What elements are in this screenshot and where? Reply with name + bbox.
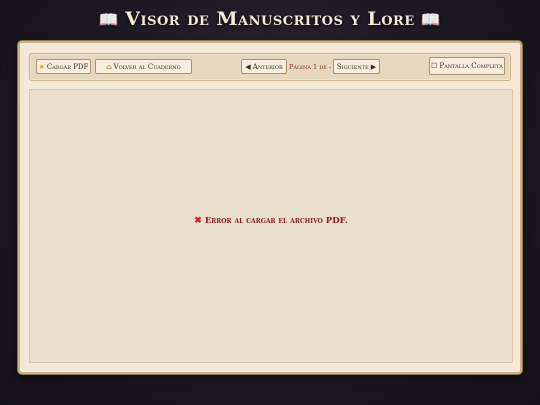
error-message: ✖ Error al cargar el archivo PDF. bbox=[30, 216, 512, 226]
triangle-right-icon: ▶ bbox=[370, 62, 377, 71]
next-label: Siguiente bbox=[336, 62, 369, 71]
load-pdf-label: Cargar PDF bbox=[46, 62, 89, 71]
page-indicator: Página 1 de - bbox=[289, 62, 332, 71]
open-book-icon: 📖 bbox=[98, 9, 120, 29]
previous-page-button[interactable]: ◀ Anterior bbox=[241, 59, 287, 74]
load-pdf-button[interactable]: ★ Cargar PDF bbox=[36, 59, 91, 74]
toolbar: ★ Cargar PDF ⌂ Volver al Cuaderno ◀ Ante… bbox=[29, 53, 511, 81]
triangle-left-icon: ◀ bbox=[245, 62, 251, 71]
next-page-button[interactable]: Siguiente ▶ bbox=[333, 59, 380, 74]
house-icon: ⌂ bbox=[106, 62, 112, 71]
fullscreen-button[interactable]: ☐ Pantalla Completa bbox=[429, 57, 505, 75]
back-to-notebook-button[interactable]: ⌂ Volver al Cuaderno bbox=[95, 59, 192, 74]
previous-label: Anterior bbox=[252, 62, 283, 71]
page-title-text: Visor de Manuscritos y Lore bbox=[125, 8, 415, 30]
page-title: 📖 Visor de Manuscritos y Lore 📖 bbox=[0, 6, 540, 32]
fullscreen-label: Pantalla Completa bbox=[439, 62, 503, 70]
x-mark-icon: ✖ bbox=[194, 216, 202, 226]
viewer-panel: ★ Cargar PDF ⌂ Volver al Cuaderno ◀ Ante… bbox=[18, 41, 522, 374]
pdf-viewer-area: ✖ Error al cargar el archivo PDF. bbox=[29, 89, 513, 363]
star-icon: ★ bbox=[38, 62, 45, 71]
error-text: Error al cargar el archivo PDF. bbox=[204, 216, 348, 226]
open-book-icon: 📖 bbox=[420, 9, 442, 29]
square-icon: ☐ bbox=[431, 62, 438, 70]
back-to-notebook-label: Volver al Cuaderno bbox=[113, 62, 181, 71]
